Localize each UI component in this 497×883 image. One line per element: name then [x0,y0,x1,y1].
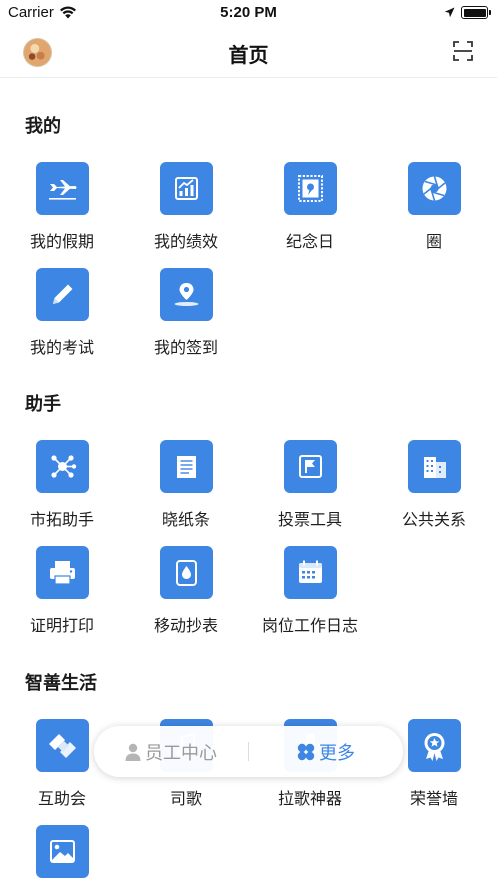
tile-label: 司歌 [169,791,202,808]
section-title-life: 智善生活 [25,673,97,693]
navigation-bar: 首页 [0,26,497,78]
tile-market-assistant[interactable]: 市拓助手 [2,440,122,535]
printer-icon [36,546,89,599]
bottom-switch-bar: 员工中心 更多 [94,726,403,777]
tile-label: 圈 [425,234,442,251]
tile-label: 我的考试 [29,340,94,357]
tile-my-check-in[interactable]: 我的签到 [126,268,246,363]
tile-my-exam[interactable]: 我的考试 [2,268,122,363]
pencil-icon [36,268,89,321]
staff-center-button[interactable]: 员工中心 [94,726,248,777]
page-title: 首页 [228,45,269,67]
growth-chart-icon [160,162,213,215]
more-button[interactable]: 更多 [249,726,403,777]
flag-icon [284,440,337,493]
staff-center-label: 员工中心 [145,742,217,763]
more-label: 更多 [319,742,355,763]
location-pin-icon [160,268,213,321]
tile-anniversary[interactable]: 纪念日 [250,162,370,257]
tile-label: 市拓助手 [29,512,94,529]
tile-my-performance[interactable]: 我的绩效 [126,162,246,257]
section-title-mine: 我的 [25,116,61,136]
clover-icon [297,743,315,760]
medal-icon [408,719,461,772]
image-icon [36,825,89,878]
airplane-icon [36,162,89,215]
handshake-icon [36,719,89,772]
tile-label: 互助会 [37,791,86,808]
scan-icon[interactable] [453,41,473,61]
tile-public-relations[interactable]: 公共关系 [374,440,494,535]
battery-icon [461,6,491,19]
tile-label: 移动抄表 [153,618,218,635]
tile-label: 我的绩效 [153,234,218,251]
tile-label: 公共关系 [401,512,466,529]
tile-circle[interactable]: 圈 [374,162,494,257]
tile-label: 证明打印 [29,618,94,635]
note-paper-icon [160,440,213,493]
building-icon [408,440,461,493]
section-title-assistant: 助手 [25,394,61,414]
tile-my-vacation[interactable]: 我的假期 [2,162,122,257]
location-arrow-icon [444,7,455,18]
tile-label: 晓纸条 [161,512,210,529]
tile-voting-tool[interactable]: 投票工具 [250,440,370,535]
aperture-icon [408,162,461,215]
status-bar: Carrier 5:20 PM [0,0,497,26]
person-icon [125,743,141,761]
clock: 5:20 PM [220,4,277,21]
tile-label: 拉歌神器 [277,791,342,808]
tile-label: 我的假期 [29,234,94,251]
tile-note-paper[interactable]: 晓纸条 [126,440,246,535]
tile-mobile-meter-reading[interactable]: 移动抄表 [126,546,246,641]
stamp-icon [284,162,337,215]
tile-photo[interactable] [2,825,122,883]
tile-certificate-print[interactable]: 证明打印 [2,546,122,641]
network-nodes-icon [36,440,89,493]
tile-label: 投票工具 [277,512,342,529]
calendar-icon [284,546,337,599]
tile-job-work-log[interactable]: 岗位工作日志 [250,546,370,641]
tile-label: 荣誉墙 [409,791,458,808]
tile-label: 我的签到 [153,340,218,357]
tile-label: 岗位工作日志 [261,618,358,635]
water-meter-icon [160,546,213,599]
tile-label: 纪念日 [285,234,334,251]
